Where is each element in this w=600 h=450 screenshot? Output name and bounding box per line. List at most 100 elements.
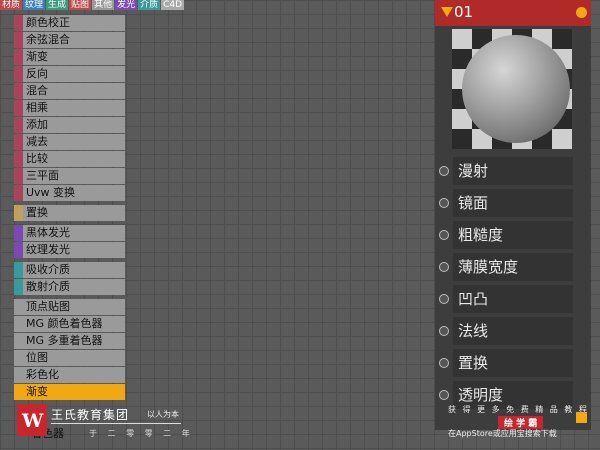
port-label: 法线 [453,317,573,345]
node-list-item[interactable]: MG 颜色着色器 [14,316,125,332]
node-list-item[interactable]: 添加 [14,117,125,133]
node-list-item-label: 渐变 [26,50,48,63]
category-color-bar [14,262,23,278]
preview-sphere [462,35,570,143]
material-node[interactable]: 01 漫射 镜面 粗糙度 薄膜宽度 凹凸 法线 置换 透明度 [435,0,591,430]
node-list-item-label: 相乘 [26,101,48,114]
node-list-item-label: 混合 [26,84,48,97]
material-node-header[interactable]: 01 [435,0,591,26]
node-list-item[interactable]: 散射介质 [14,279,125,295]
node-list-item-label: 三平面 [26,169,59,182]
category-color-bar [14,279,23,295]
node-list-item-label: 反向 [26,67,48,80]
node-list-item[interactable]: 反向 [14,66,125,82]
port-socket-icon[interactable] [439,166,449,176]
node-list-item-label: 位图 [26,351,48,364]
node-list-item[interactable]: 余弦混合 [14,32,125,48]
category-color-bar [14,151,23,167]
category-color-bar [14,225,23,241]
collapse-triangle-icon[interactable] [441,7,453,17]
port-label: 漫射 [453,157,573,185]
category-color-bar [14,32,23,48]
brand-divider [51,423,181,424]
node-list-item[interactable]: 渐变 [14,49,125,65]
node-list-item[interactable]: 彩色化 [14,367,125,383]
port-socket-icon[interactable] [439,390,449,400]
material-port[interactable]: 置换 [435,348,591,380]
node-list-item-label: 散射介质 [26,280,70,293]
node-list-item-label: MG 多重着色器 [26,334,103,347]
material-port[interactable]: 粗糙度 [435,220,591,252]
node-list-item[interactable]: 黑体发光 [14,225,125,241]
category-color-bar [14,242,23,258]
node-list-item[interactable]: MG 多重着色器 [14,333,125,349]
node-list-item-label: 顶点贴图 [26,300,70,313]
node-list-item-label: 余弦混合 [26,33,70,46]
node-group: 颜色校正余弦混合渐变反向混合相乘添加减去比较三平面 Uvw 变换 [14,15,125,201]
node-list-item[interactable]: 顶点贴图 [14,299,125,315]
promo-line-1: 获 得 更 多 免 费 精 品 教 程 [448,405,589,414]
node-list-item-label: 纹理发光 [26,243,70,256]
port-socket-icon[interactable] [439,326,449,336]
node-list-item[interactable]: 置换 [14,205,125,221]
node-list-item-label: 渐变 [26,385,48,398]
node-list-item[interactable]: Uvw 变换 [14,185,125,201]
category-color-bar [14,316,23,332]
material-port[interactable]: 凹凸 [435,284,591,316]
category-color-bar [14,15,23,31]
tab-4[interactable]: 其他 [92,0,115,10]
category-color-bar [14,100,23,116]
watermark-right: 获 得 更 多 免 费 精 品 教 程 绘 学 霸 在AppStore或应用宝搜… [448,404,600,450]
brand-name: 王氏教育集团 [51,408,130,422]
material-port[interactable]: 薄膜宽度 [435,252,591,284]
node-list-item-label: 减去 [26,135,48,148]
node-list-item[interactable]: 位图 [14,350,125,366]
brand-slogan: 以人为本 [147,410,179,419]
tab-3[interactable]: 贴图 [69,0,92,10]
node-list-item-label: 颜色校正 [26,16,70,29]
node-list-item-label: 吸收介质 [26,263,70,276]
node-list: 颜色校正 余弦混合 渐变 反向 混合 相乘 添加 减去 比较 三平面 Uvw 变换 置换 黑体发光 纹理发… [14,15,125,404]
port-label: 置换 [453,349,573,377]
material-port[interactable]: 法线 [435,316,591,348]
material-port[interactable]: 漫射 [435,156,591,188]
node-list-item[interactable]: 吸收介质 [14,262,125,278]
node-list-item[interactable]: 混合 [14,83,125,99]
node-list-item[interactable]: 颜色校正 [14,15,125,31]
node-list-item[interactable]: 减去 [14,134,125,150]
node-list-item[interactable]: 相乘 [14,100,125,116]
node-list-item-label: Uvw 变换 [26,186,76,199]
tab-0[interactable]: 材质 [0,0,23,10]
brand-subtitle: 于 二 零 零 二 年 [89,429,194,438]
brand-logo-glyph: W [22,410,44,432]
material-node-title: 01 [454,3,474,21]
tab-1[interactable]: 纹理 [23,0,46,10]
node-list-item[interactable]: 比较 [14,151,125,167]
category-color-bar [14,350,23,366]
port-socket-icon[interactable] [439,358,449,368]
material-port[interactable]: 镜面 [435,188,591,220]
tab-7[interactable]: C4D [161,0,185,10]
category-color-bar [14,66,23,82]
node-list-item-label: 黑体发光 [26,226,70,239]
port-socket-icon[interactable] [439,198,449,208]
category-color-bar [14,333,23,349]
node-group: 顶点贴图 MG 颜色着色器 MG 多重着色器 位图彩色化渐变 [14,299,125,400]
port-socket-icon[interactable] [439,294,449,304]
node-list-item[interactable]: 纹理发光 [14,242,125,258]
tab-2[interactable]: 生成 [46,0,69,10]
port-label: 粗糙度 [453,221,573,249]
brand-logo: W [17,404,47,436]
material-ports: 漫射 镜面 粗糙度 薄膜宽度 凹凸 法线 置换 透明度 [435,156,591,412]
app-icon [576,412,587,423]
port-socket-icon[interactable] [439,262,449,272]
port-socket-icon[interactable] [439,230,449,240]
output-dot-icon[interactable] [576,7,587,18]
node-group: 吸收介质 散射介质 [14,262,125,295]
tab-5[interactable]: 发光 [115,0,138,10]
port-label: 镜面 [453,189,573,217]
tab-6[interactable]: 介质 [138,0,161,10]
node-list-item-label: 比较 [26,152,48,165]
node-list-item-active[interactable]: 渐变 [14,384,125,400]
node-list-item[interactable]: 三平面 [14,168,125,184]
